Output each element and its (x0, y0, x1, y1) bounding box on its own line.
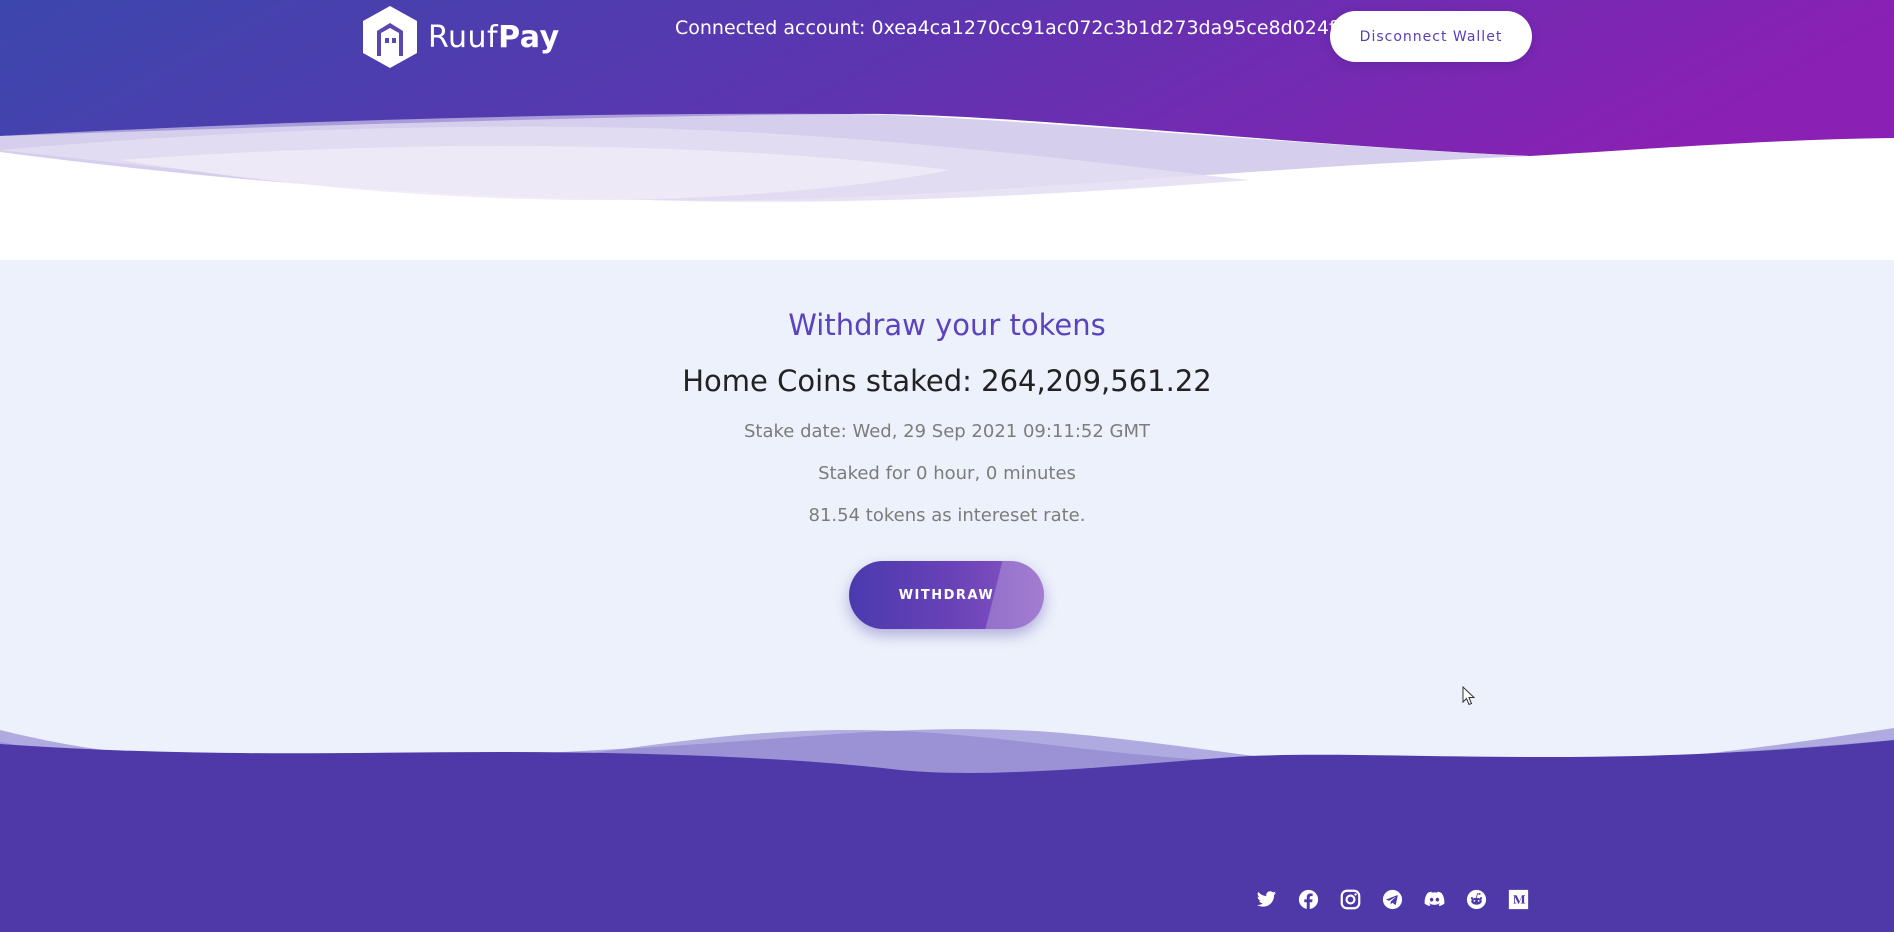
logo-text-light: Ruuf (428, 19, 499, 55)
disconnect-wallet-button[interactable]: Disconnect Wallet (1330, 11, 1532, 62)
header-wave-background (0, 0, 1894, 202)
interest-tokens: 81.54 tokens as intereset rate. (808, 505, 1086, 526)
discord-icon[interactable] (1424, 889, 1445, 910)
instagram-icon[interactable] (1340, 889, 1361, 910)
logo-text-bold: Pay (498, 19, 560, 55)
coins-staked: Home Coins staked: 264,209,561.22 (682, 364, 1212, 398)
social-links (1256, 889, 1529, 910)
staked-duration: Staked for 0 hour, 0 minutes (818, 463, 1076, 484)
footer (0, 700, 1894, 932)
connected-account: Connected account: 0xea4ca1270cc91ac072c… (675, 17, 1360, 39)
telegram-icon[interactable] (1382, 889, 1403, 910)
footer-wave-background (0, 728, 1894, 932)
mouse-cursor-icon (1462, 686, 1476, 706)
withdraw-label: WITHDRAW (898, 587, 995, 603)
twitter-icon[interactable] (1256, 889, 1277, 910)
withdraw-section: Withdraw your tokens Home Coins staked: … (0, 260, 1894, 730)
withdraw-button[interactable]: WITHDRAW (849, 561, 1044, 629)
facebook-icon[interactable] (1298, 889, 1319, 910)
ruufpay-house-logo-icon (363, 6, 417, 68)
page-title: Withdraw your tokens (788, 308, 1106, 342)
reddit-icon[interactable] (1466, 889, 1487, 910)
header: RuufPay Connected account: 0xea4ca1270cc… (0, 0, 1894, 260)
medium-icon[interactable] (1508, 889, 1529, 910)
logo-wordmark: RuufPay (428, 20, 560, 55)
stake-date: Stake date: Wed, 29 Sep 2021 09:11:52 GM… (744, 421, 1150, 442)
ruufpay-logo[interactable]: RuufPay (360, 4, 560, 70)
